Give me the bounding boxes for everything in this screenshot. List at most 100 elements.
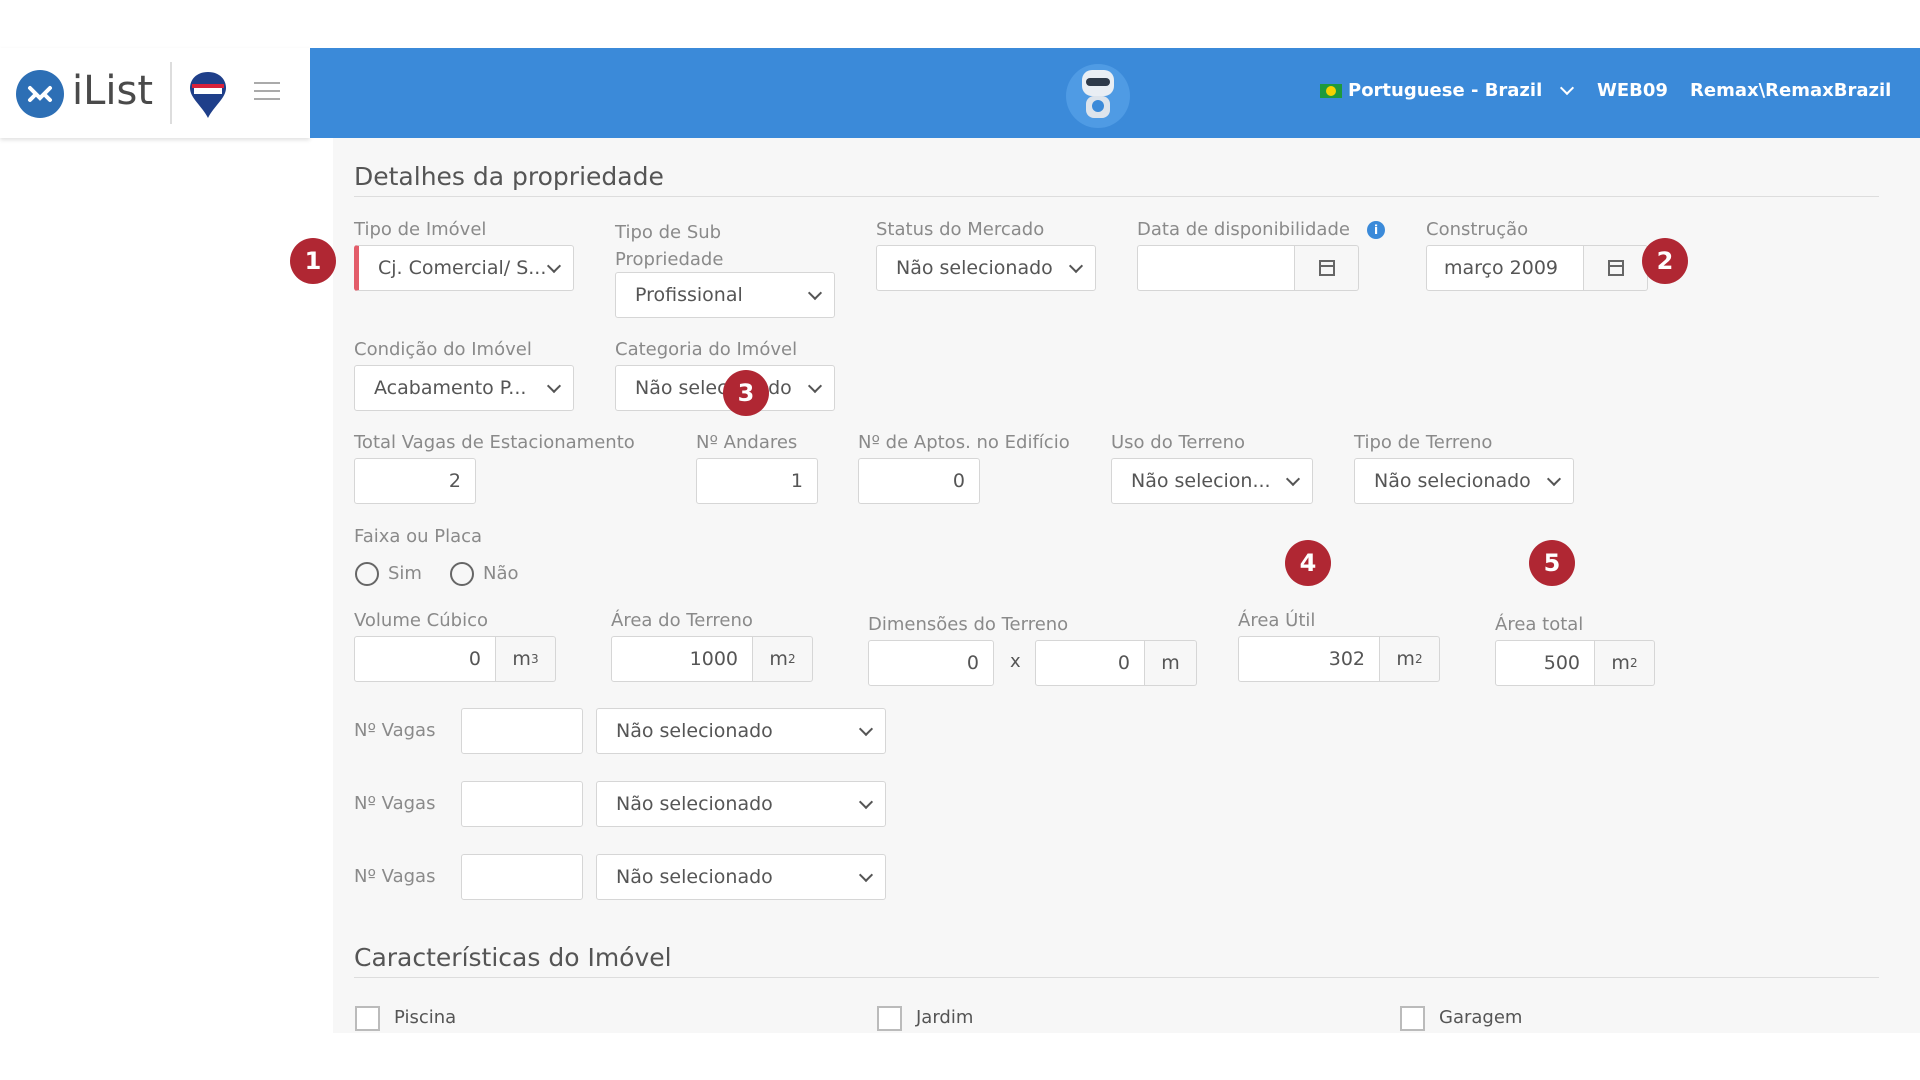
area-terreno-input[interactable]: 1000 xyxy=(611,636,753,682)
tipo-terreno-select[interactable]: Não selecionado xyxy=(1354,458,1574,504)
label-status-mercado: Status do Mercado xyxy=(876,219,1045,240)
area-terreno-unit: m2 xyxy=(753,636,813,682)
chevron-down-icon xyxy=(807,378,823,393)
chevron-down-icon xyxy=(858,794,874,809)
area-total-unit-exp: 2 xyxy=(1629,656,1638,670)
vagas-3-select[interactable]: Não selecionado xyxy=(596,854,886,900)
annotation-badge-4: 4 xyxy=(1285,540,1331,586)
calendar-icon xyxy=(1607,260,1624,276)
vagas-estac-input[interactable]: 2 xyxy=(354,458,476,504)
tipo-sub-select[interactable]: Profissional xyxy=(615,272,835,318)
checkbox-garagem-label: Garagem xyxy=(1439,1007,1523,1028)
dimensao-2-input[interactable]: 0 xyxy=(1035,640,1145,686)
vagas-2-select[interactable]: Não selecionado xyxy=(596,781,886,827)
checkbox-jardim[interactable] xyxy=(877,1006,902,1031)
tipo-sub-value: Profissional xyxy=(635,284,743,306)
chevron-down-icon xyxy=(1546,471,1562,486)
label-vagas-1: Nº Vagas xyxy=(354,720,436,741)
chevron-down-icon xyxy=(1068,258,1084,273)
language-label: Portuguese - Brazil xyxy=(1348,80,1543,101)
label-area-util: Área Útil xyxy=(1238,610,1316,631)
area-total-input[interactable]: 500 xyxy=(1495,640,1595,686)
condicao-select[interactable]: Acabamento P... xyxy=(354,365,574,411)
label-construcao: Construção xyxy=(1426,219,1529,240)
section-divider xyxy=(354,196,1879,197)
label-uso-terreno: Uso do Terreno xyxy=(1111,432,1246,453)
label-tipo-sub: Tipo de Sub Propriedade xyxy=(615,222,724,270)
area-util-unit-exp: 2 xyxy=(1414,652,1423,666)
user-name[interactable]: Remax\RemaxBrazil xyxy=(1690,80,1891,101)
robot-assistant-icon[interactable] xyxy=(1064,58,1132,130)
radio-nao-label: Não xyxy=(483,563,519,584)
area-util-unit-text: m xyxy=(1396,648,1415,670)
chevron-down-icon xyxy=(546,258,562,273)
annotation-badge-3: 3 xyxy=(723,370,769,416)
vagas-2-input[interactable] xyxy=(461,781,583,827)
status-mercado-select[interactable]: Não selecionado xyxy=(876,245,1096,291)
data-disp-input[interactable] xyxy=(1137,245,1295,291)
label-data-disp: Data de disponibilidade xyxy=(1137,219,1350,240)
calendar-button[interactable] xyxy=(1584,245,1648,291)
menu-icon[interactable] xyxy=(254,82,280,102)
construcao-input[interactable]: março 2009 xyxy=(1426,245,1584,291)
vagas-1-select[interactable]: Não selecionado xyxy=(596,708,886,754)
remax-balloon-icon xyxy=(188,70,228,120)
label-tipo-imovel: Tipo de Imóvel xyxy=(354,219,487,240)
volume-unit: m3 xyxy=(496,636,556,682)
volume-unit-text: m xyxy=(512,648,531,670)
tipo-terreno-value: Não selecionado xyxy=(1374,470,1531,492)
checkbox-piscina[interactable] xyxy=(355,1006,380,1031)
radio-sim-label: Sim xyxy=(388,563,422,584)
checkbox-jardim-label: Jardim xyxy=(916,1007,974,1028)
label-volume: Volume Cúbico xyxy=(354,610,488,631)
uso-terreno-value: Não selecion... xyxy=(1131,470,1271,492)
radio-nao[interactable] xyxy=(450,562,474,586)
tipo-imovel-select[interactable]: Cj. Comercial/ S... xyxy=(354,245,574,291)
radio-sim[interactable] xyxy=(355,562,379,586)
chevron-down-icon xyxy=(546,378,562,393)
vagas-1-input[interactable] xyxy=(461,708,583,754)
dimensao-1-input[interactable]: 0 xyxy=(868,640,994,686)
checkbox-garagem[interactable] xyxy=(1400,1006,1425,1031)
condicao-value: Acabamento P... xyxy=(374,377,527,399)
volume-input[interactable]: 0 xyxy=(354,636,496,682)
brand-divider xyxy=(170,62,172,124)
language-selector[interactable]: Portuguese - Brazil xyxy=(1320,80,1575,101)
brand-name: iList xyxy=(72,68,154,114)
uso-terreno-select[interactable]: Não selecion... xyxy=(1111,458,1313,504)
section-title-caracteristicas: Características do Imóvel xyxy=(354,943,672,972)
label-vagas-2: Nº Vagas xyxy=(354,793,436,814)
vagas-3-input[interactable] xyxy=(461,854,583,900)
label-faixa: Faixa ou Placa xyxy=(354,526,483,547)
label-area-total: Área total xyxy=(1495,614,1584,635)
calendar-icon xyxy=(1318,260,1335,276)
area-total-unit: m2 xyxy=(1595,640,1655,686)
andares-input[interactable]: 1 xyxy=(696,458,818,504)
construcao-value: março 2009 xyxy=(1444,257,1559,279)
label-area-terreno: Área do Terreno xyxy=(611,610,753,631)
annotation-badge-5: 5 xyxy=(1529,540,1575,586)
area-util-unit: m2 xyxy=(1380,636,1440,682)
area-util-input[interactable]: 302 xyxy=(1238,636,1380,682)
label-categoria: Categoria do Imóvel xyxy=(615,339,798,360)
tipo-imovel-value: Cj. Comercial/ S... xyxy=(378,257,547,279)
dimensao-separator: x xyxy=(1010,651,1021,672)
status-mercado-value: Não selecionado xyxy=(896,257,1053,279)
section-title-details: Detalhes da propriedade xyxy=(354,162,664,191)
info-icon[interactable]: i xyxy=(1367,221,1385,239)
label-dimensoes: Dimensões do Terreno xyxy=(868,614,1069,635)
label-andares: Nº Andares xyxy=(696,432,798,453)
checkbox-piscina-label: Piscina xyxy=(394,1007,457,1028)
calendar-button[interactable] xyxy=(1295,245,1359,291)
annotation-badge-1: 1 xyxy=(290,238,336,284)
vagas-2-select-value: Não selecionado xyxy=(616,793,773,815)
area-total-unit-text: m xyxy=(1611,652,1630,674)
label-tipo-terreno: Tipo de Terreno xyxy=(1354,432,1493,453)
chevron-down-icon xyxy=(858,721,874,736)
label-vagas-estac: Total Vagas de Estacionamento xyxy=(354,432,635,453)
ilist-logo-icon xyxy=(16,70,64,118)
chevron-down-icon xyxy=(1560,80,1575,96)
aptos-input[interactable]: 0 xyxy=(858,458,980,504)
label-vagas-3: Nº Vagas xyxy=(354,866,436,887)
section-divider xyxy=(354,977,1879,978)
